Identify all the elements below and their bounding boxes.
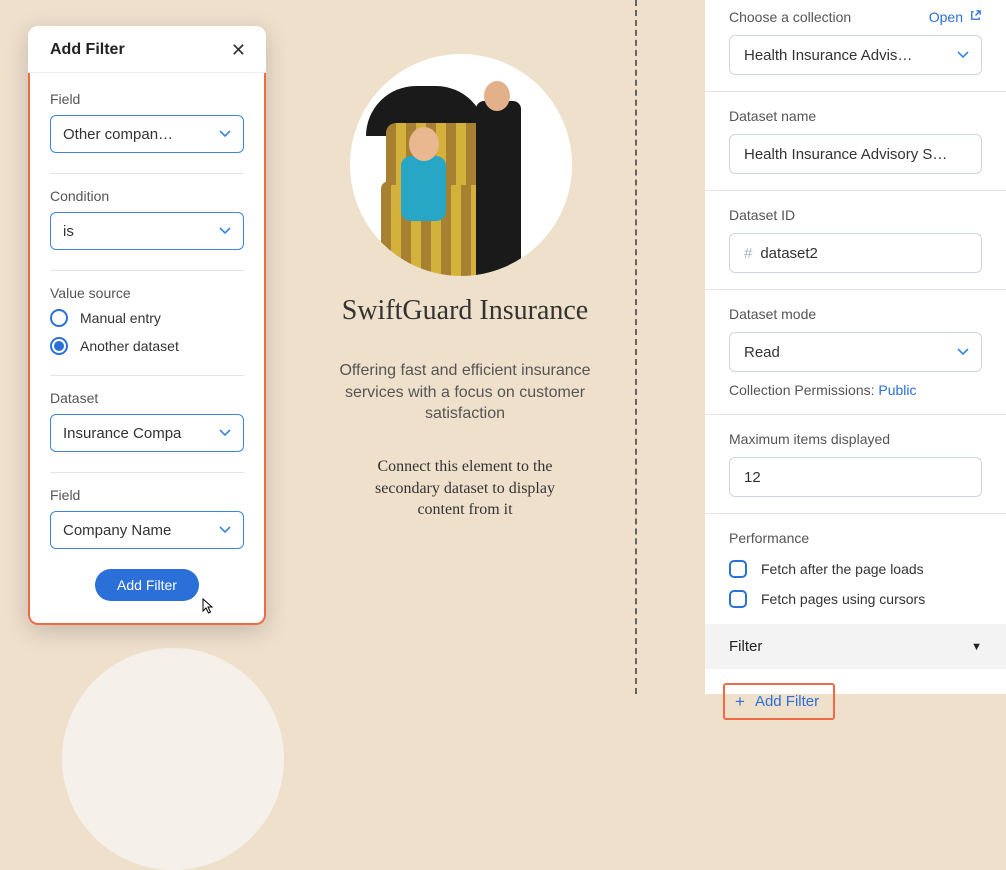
radio-manual-entry[interactable]: Manual entry	[50, 309, 244, 327]
page-divider	[635, 0, 637, 694]
collection-label: Choose a collection	[729, 9, 851, 25]
filter-accordion-header[interactable]: Filter ▼	[705, 624, 1006, 669]
hash-icon: #	[744, 245, 752, 262]
field2-label: Field	[50, 487, 244, 503]
dataset-name-value: Health Insurance Advisory S…	[744, 146, 947, 163]
plus-icon: +	[735, 693, 745, 710]
modal-body: Field Other compan… Condition is Value s…	[28, 73, 266, 625]
performance-section: Performance Fetch after the page loads F…	[705, 514, 1006, 624]
dataset-select-value: Insurance Compa	[63, 425, 181, 442]
dataset-id-input[interactable]: # dataset2	[729, 233, 982, 273]
dataset-name-input[interactable]: Health Insurance Advisory S…	[729, 134, 982, 174]
card-placeholder-text: Connect this element to the secondary da…	[360, 456, 570, 521]
field2-select-value: Company Name	[63, 522, 171, 539]
field-label: Field	[50, 91, 244, 107]
filter-header-label: Filter	[729, 638, 762, 655]
chevron-down-icon	[219, 227, 231, 235]
divider	[50, 173, 244, 174]
dataset-select[interactable]: Insurance Compa	[50, 414, 244, 452]
settings-panel: Choose a collection Open Health Insuranc…	[705, 0, 1006, 694]
radio-another-dataset[interactable]: Another dataset	[50, 337, 244, 355]
permissions-label: Collection Permissions:	[729, 382, 875, 398]
condition-label: Condition	[50, 188, 244, 204]
max-items-label: Maximum items displayed	[729, 431, 982, 447]
open-link-text: Open	[929, 9, 963, 25]
collection-select-value: Health Insurance Advis…	[744, 47, 912, 64]
chevron-down-icon	[957, 348, 969, 356]
modal-title: Add Filter	[50, 41, 125, 59]
dataset-id-label: Dataset ID	[729, 207, 982, 223]
close-icon[interactable]: ✕	[231, 41, 246, 59]
card-illustration-bottom	[62, 648, 284, 870]
divider	[50, 270, 244, 271]
card-title: SwiftGuard Insurance	[280, 295, 650, 327]
permissions-link[interactable]: Public	[878, 382, 916, 398]
add-filter-row: + Add Filter	[705, 669, 1006, 734]
dataset-mode-label: Dataset mode	[729, 306, 982, 322]
dataset-name-label: Dataset name	[729, 108, 982, 124]
radio-label: Another dataset	[80, 338, 179, 354]
dataset-id-section: Dataset ID # dataset2	[705, 191, 1006, 290]
external-link-icon	[969, 9, 982, 25]
dataset-mode-value: Read	[744, 344, 780, 361]
field-select-value: Other compan…	[63, 126, 173, 143]
cursor-icon	[200, 598, 216, 619]
field2-select[interactable]: Company Name	[50, 511, 244, 549]
chevron-down-icon	[219, 429, 231, 437]
field-select[interactable]: Other compan…	[50, 115, 244, 153]
add-filter-button[interactable]: Add Filter	[95, 569, 199, 601]
max-items-value: 12	[744, 469, 761, 486]
card-illustration	[350, 54, 572, 276]
collection-select[interactable]: Health Insurance Advis…	[729, 35, 982, 75]
fetch-after-checkbox[interactable]: Fetch after the page loads	[729, 560, 982, 578]
dataset-label: Dataset	[50, 390, 244, 406]
add-filter-modal: Add Filter ✕ Field Other compan… Conditi…	[28, 26, 266, 625]
max-items-input[interactable]: 12	[729, 457, 982, 497]
condition-select[interactable]: is	[50, 212, 244, 250]
radio-label: Manual entry	[80, 310, 161, 326]
permissions-row: Collection Permissions: Public	[729, 382, 982, 398]
chevron-down-icon	[219, 130, 231, 138]
divider	[50, 472, 244, 473]
checkbox-label: Fetch after the page loads	[761, 561, 924, 577]
checkbox-icon	[729, 590, 747, 608]
dataset-name-section: Dataset name Health Insurance Advisory S…	[705, 92, 1006, 191]
dataset-mode-select[interactable]: Read	[729, 332, 982, 372]
modal-header: Add Filter ✕	[28, 26, 266, 73]
performance-label: Performance	[729, 530, 982, 546]
condition-select-value: is	[63, 223, 74, 240]
divider	[50, 375, 244, 376]
chevron-down-icon	[219, 526, 231, 534]
dataset-id-value: dataset2	[760, 245, 818, 262]
radio-icon	[50, 309, 68, 327]
checkbox-label: Fetch pages using cursors	[761, 591, 925, 607]
triangle-down-icon: ▼	[971, 641, 982, 653]
open-collection-link[interactable]: Open	[929, 9, 982, 25]
dataset-mode-section: Dataset mode Read Collection Permissions…	[705, 290, 1006, 415]
radio-icon	[50, 337, 68, 355]
add-filter-button[interactable]: + Add Filter	[723, 683, 835, 720]
value-source-label: Value source	[50, 285, 244, 301]
add-filter-label: Add Filter	[755, 693, 819, 710]
fetch-cursors-checkbox[interactable]: Fetch pages using cursors	[729, 590, 982, 608]
checkbox-icon	[729, 560, 747, 578]
chevron-down-icon	[957, 51, 969, 59]
card-description: Offering fast and efficient insurance se…	[330, 360, 600, 425]
max-items-section: Maximum items displayed 12	[705, 415, 1006, 514]
collection-section: Choose a collection Open Health Insuranc…	[705, 0, 1006, 92]
